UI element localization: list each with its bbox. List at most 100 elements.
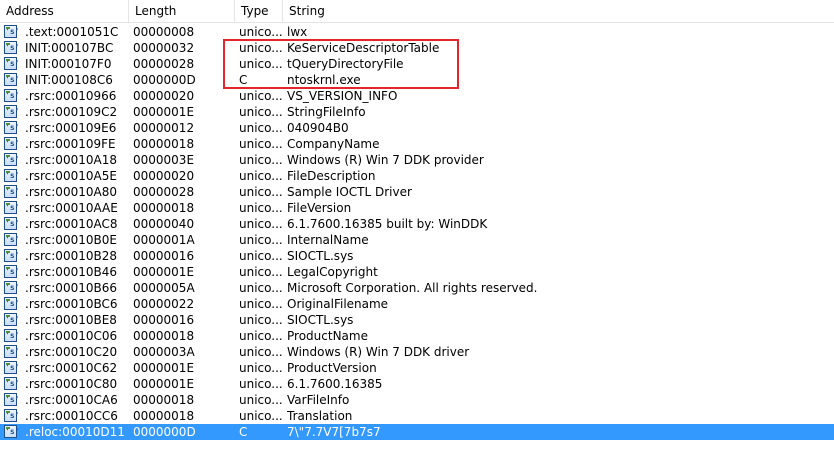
table-row[interactable]: 's' .rsrc:00010A5E 00000020 unico... FileDes… — [0, 168, 834, 184]
string-cell: Sample IOCTL Driver — [287, 185, 412, 199]
string-glyph-icon: 's' — [4, 249, 20, 262]
column-header-length[interactable]: Length — [129, 0, 235, 22]
string-cell: VarFileInfo — [287, 393, 350, 407]
string-glyph-icon: 's' — [4, 137, 20, 150]
table-row[interactable]: 's' .rsrc:000109FE 00000018 unico... Company… — [0, 136, 834, 152]
address-cell: .rsrc:00010CC6 — [25, 409, 118, 423]
string-glyph-icon: 's' — [4, 185, 20, 198]
table-row[interactable]: 's' INIT:000107F0 00000028 unico... tQueryDi… — [0, 56, 834, 72]
table-row[interactable]: 's' .rsrc:00010B66 0000005A unico... Micros… — [0, 280, 834, 296]
string-glyph-icon: 's' — [4, 105, 20, 118]
string-cell: LegalCopyright — [287, 265, 378, 279]
type-cell: unico... — [239, 377, 283, 391]
type-cell: unico... — [239, 169, 283, 183]
table-row[interactable]: 's' .rsrc:00010A80 00000028 unico... Sample … — [0, 184, 834, 200]
string-glyph-icon: 's' — [4, 89, 20, 102]
type-cell: unico... — [239, 137, 283, 151]
table-row[interactable]: 's' .rsrc:00010A18 0000003E unico... Windows… — [0, 152, 834, 168]
string-glyph-icon: 's' — [4, 329, 20, 342]
type-cell: unico... — [239, 153, 283, 167]
string-item-icon: 's' — [4, 25, 20, 39]
table-row[interactable]: 's' .rsrc:00010C62 0000001E unico... Product… — [0, 360, 834, 376]
table-row[interactable]: 's' .rsrc:00010AAE 00000018 unico... FileVer… — [0, 200, 834, 216]
table-row[interactable]: 's' .rsrc:00010C20 0000003A unico... Windows… — [0, 344, 834, 360]
string-item-icon: 's' — [4, 345, 20, 359]
type-cell: unico... — [239, 297, 283, 311]
type-cell: unico... — [239, 41, 283, 55]
string-cell: Windows (R) Win 7 DDK provider — [287, 153, 484, 167]
type-cell: unico... — [239, 121, 283, 135]
table-row[interactable]: 's' .text:0001051C 00000008 unico... lwx — [0, 24, 834, 40]
table-row[interactable]: 's' .rsrc:000109E6 00000012 unico... 040904B… — [0, 120, 834, 136]
length-cell: 00000018 — [133, 137, 195, 151]
table-row[interactable]: 's' .rsrc:00010CA6 00000018 unico... VarFile… — [0, 392, 834, 408]
table-row[interactable]: 's' .rsrc:00010C06 00000018 unico... Product… — [0, 328, 834, 344]
type-cell: unico... — [239, 217, 283, 231]
string-cell: FileVersion — [287, 201, 352, 215]
address-cell: .rsrc:000109FE — [25, 137, 116, 151]
table-row[interactable]: 's' .rsrc:00010BC6 00000022 unico... Origina… — [0, 296, 834, 312]
string-item-icon: 's' — [4, 89, 20, 103]
string-item-icon: 's' — [4, 201, 20, 215]
table-row[interactable]: 's' .rsrc:00010B46 0000001E unico... LegalCo… — [0, 264, 834, 280]
string-cell: InternalName — [287, 233, 369, 247]
address-cell: INIT:000107F0 — [25, 57, 112, 71]
string-item-icon: 's' — [4, 57, 20, 71]
table-row[interactable]: 's' .rsrc:00010966 00000020 unico... VS_VERS… — [0, 88, 834, 104]
address-cell: .rsrc:00010B66 — [25, 281, 117, 295]
length-cell: 00000040 — [133, 217, 195, 231]
type-cell: unico... — [239, 361, 283, 375]
table-row[interactable]: 's' .rsrc:00010C80 0000001E unico... 6.1.760… — [0, 376, 834, 392]
length-cell: 00000032 — [133, 41, 195, 55]
table-row[interactable]: 's' .reloc:00010D11 0000000D C 7\"7.7V7[7b7s… — [0, 424, 834, 440]
string-glyph-icon: 's' — [4, 281, 20, 294]
string-cell: 040904B0 — [287, 121, 349, 135]
length-cell: 00000028 — [133, 185, 195, 199]
string-item-icon: 's' — [4, 361, 20, 375]
table-row[interactable]: 's' INIT:000107BC 00000032 unico... KeServic… — [0, 40, 834, 56]
string-cell: FileDescription — [287, 169, 376, 183]
column-header-bar: Address Length Type String — [0, 0, 834, 23]
string-glyph-icon: 's' — [4, 361, 20, 374]
length-cell: 0000001E — [133, 105, 195, 119]
string-glyph-icon: 's' — [4, 153, 20, 166]
string-glyph-icon: 's' — [4, 377, 20, 390]
string-item-icon: 's' — [4, 73, 20, 87]
string-cell: 6.1.7600.16385 — [287, 377, 383, 391]
table-row[interactable]: 's' .rsrc:00010BE8 00000016 unico... SIOCTL.… — [0, 312, 834, 328]
column-header-type[interactable]: Type — [235, 0, 283, 22]
string-item-icon: 's' — [4, 169, 20, 183]
column-header-address[interactable]: Address — [0, 0, 129, 22]
table-row[interactable]: 's' INIT:000108C6 0000000D Cntoskrnl.exe — [0, 72, 834, 88]
string-item-icon: 's' — [4, 393, 20, 407]
column-header-string[interactable]: String — [283, 0, 834, 22]
length-cell: 0000001E — [133, 265, 195, 279]
string-cell: Microsoft Corporation. All rights reserv… — [287, 281, 538, 295]
length-cell: 00000016 — [133, 249, 195, 263]
type-cell: unico... — [239, 329, 283, 343]
string-glyph-icon: 's' — [4, 73, 20, 86]
table-row[interactable]: 's' .rsrc:00010AC8 00000040 unico... 6.1.760… — [0, 216, 834, 232]
string-cell: Translation — [287, 409, 353, 423]
address-cell: .rsrc:00010AAE — [25, 201, 118, 215]
type-cell: unico... — [239, 57, 283, 71]
type-cell: unico... — [239, 249, 283, 263]
length-cell: 0000003E — [133, 153, 195, 167]
string-cell: KeServiceDescriptorTable — [287, 41, 440, 55]
table-row[interactable]: 's' .rsrc:000109C2 0000001E unico... StringF… — [0, 104, 834, 120]
address-cell: .text:0001051C — [25, 25, 119, 39]
string-glyph-icon: 's' — [4, 57, 20, 70]
length-cell: 00000016 — [133, 313, 195, 327]
string-glyph-icon: 's' — [4, 297, 20, 310]
string-cell: SIOCTL.sys — [287, 249, 354, 263]
length-cell: 00000008 — [133, 25, 195, 39]
table-row[interactable]: 's' .rsrc:00010B28 00000016 unico... SIOCTL.… — [0, 248, 834, 264]
type-cell: C — [239, 425, 248, 439]
table-row[interactable]: 's' .rsrc:00010CC6 00000018 unico... Transla… — [0, 408, 834, 424]
string-item-icon: 's' — [4, 137, 20, 151]
string-glyph-icon: 's' — [4, 313, 20, 326]
string-item-icon: 's' — [4, 185, 20, 199]
table-row[interactable]: 's' .rsrc:00010B0E 0000001A unico... Interna… — [0, 232, 834, 248]
string-item-icon: 's' — [4, 425, 20, 439]
length-cell: 00000020 — [133, 169, 195, 183]
